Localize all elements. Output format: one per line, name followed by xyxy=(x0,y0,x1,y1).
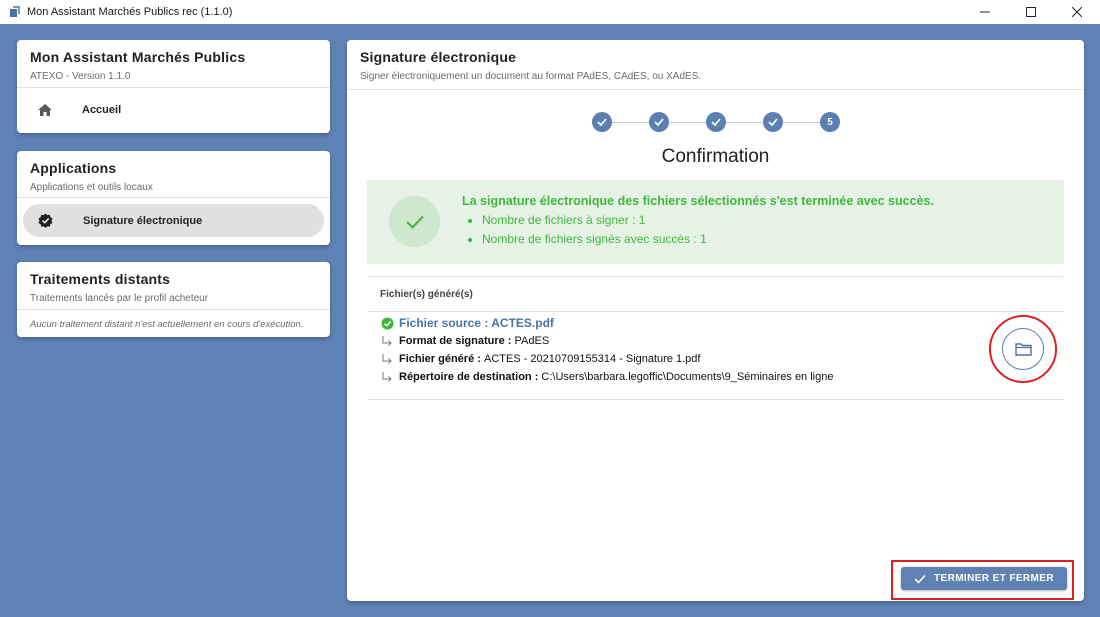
sub-arrow-icon xyxy=(382,336,392,346)
step-3-done xyxy=(706,112,726,132)
detail-value: PAdES xyxy=(514,335,550,347)
step-connector xyxy=(783,121,820,123)
source-file-row: Fichier source : ACTES.pdf xyxy=(381,316,554,330)
step-connector xyxy=(726,121,763,123)
remote-empty-text: Aucun traitement distant n'est actuellem… xyxy=(30,319,304,330)
maximize-icon xyxy=(1026,7,1036,17)
step-2-done xyxy=(649,112,669,132)
applications-subtitle: Applications et outils locaux xyxy=(30,182,153,193)
sub-arrow-icon xyxy=(382,372,392,382)
app-card: Mon Assistant Marchés Publics ATEXO - Ve… xyxy=(17,40,330,133)
check-icon xyxy=(711,118,721,126)
verified-badge-icon xyxy=(37,213,53,229)
source-file-label: Fichier source : ACTES.pdf xyxy=(399,316,554,330)
success-heading: La signature électronique des fichiers s… xyxy=(462,194,934,208)
success-check-circle xyxy=(389,196,440,247)
page-title: Signature électronique xyxy=(360,49,517,65)
check-icon xyxy=(768,118,778,126)
remote-title: Traitements distants xyxy=(30,271,171,287)
file-entry: Fichier source : ACTES.pdf Format de sig… xyxy=(367,311,1064,400)
check-icon xyxy=(654,118,664,126)
success-check-icon xyxy=(381,316,394,330)
minimize-icon xyxy=(980,11,990,13)
remote-processing-card: Traitements distants Traitements lancés … xyxy=(17,262,330,337)
detail-row: Fichier généré : ACTES - 20210709155314 … xyxy=(381,353,700,365)
step-1-done xyxy=(592,112,612,132)
nav-item-accueil[interactable]: Accueil xyxy=(17,88,330,132)
window-title: Mon Assistant Marchés Publics rec (1.1.0… xyxy=(27,6,233,18)
check-icon xyxy=(405,215,424,229)
success-list: Nombre de fichiers à signer : 1 Nombre d… xyxy=(462,213,934,246)
minimize-button[interactable] xyxy=(962,0,1008,24)
step-4-done xyxy=(763,112,783,132)
sub-arrow-icon xyxy=(382,354,392,364)
close-icon xyxy=(1072,7,1082,17)
window-titlebar: Mon Assistant Marchés Publics rec (1.1.0… xyxy=(0,0,1100,24)
nav-item-label: Signature électronique xyxy=(83,214,203,227)
main-panel: Signature électronique Signer électroniq… xyxy=(347,40,1084,601)
success-item: Nombre de fichiers à signer : 1 xyxy=(482,213,934,227)
applications-card: Applications Applications et outils loca… xyxy=(17,151,330,245)
home-icon xyxy=(37,102,53,118)
step-title: Confirmation xyxy=(661,146,770,167)
step-5-current: 5 xyxy=(820,112,840,132)
detail-row: Répertoire de destination : C:\Users\bar… xyxy=(381,371,833,383)
highlight-rectangle xyxy=(891,560,1074,600)
detail-label: Format de signature : xyxy=(399,335,512,347)
generated-files-header: Fichier(s) généré(s) xyxy=(367,276,1064,312)
detail-label: Fichier généré : xyxy=(399,353,481,365)
success-message: La signature électronique des fichiers s… xyxy=(367,180,1064,264)
check-icon xyxy=(597,118,607,126)
detail-value: ACTES - 20210709155314 - Signature 1.pdf xyxy=(483,353,701,365)
detail-row: Format de signature : PAdES xyxy=(381,335,549,347)
page-subtitle: Signer électroniquement un document au f… xyxy=(360,71,702,82)
divider xyxy=(347,89,1084,90)
step-connector xyxy=(612,121,649,123)
detail-value: C:\Users\barbara.legoffic\Documents\9_Sé… xyxy=(541,371,834,383)
app-title: Mon Assistant Marchés Publics xyxy=(30,49,246,65)
generated-files-label: Fichier(s) généré(s) xyxy=(380,289,473,300)
app-version: ATEXO - Version 1.1.0 xyxy=(30,71,131,82)
success-item: Nombre de fichiers signés avec succès : … xyxy=(482,232,934,246)
nav-item-signature[interactable]: Signature électronique xyxy=(23,204,324,237)
highlight-circle xyxy=(989,315,1057,383)
nav-item-label: Accueil xyxy=(82,104,122,116)
remote-subtitle: Traitements lancés par le profil acheteu… xyxy=(30,293,209,304)
applications-title: Applications xyxy=(30,160,117,176)
app-icon xyxy=(9,6,20,18)
close-button[interactable] xyxy=(1054,0,1100,24)
detail-label: Répertoire de destination : xyxy=(399,371,539,383)
maximize-button[interactable] xyxy=(1008,0,1054,24)
step-connector xyxy=(669,121,706,123)
stepper: 5 xyxy=(592,112,840,132)
